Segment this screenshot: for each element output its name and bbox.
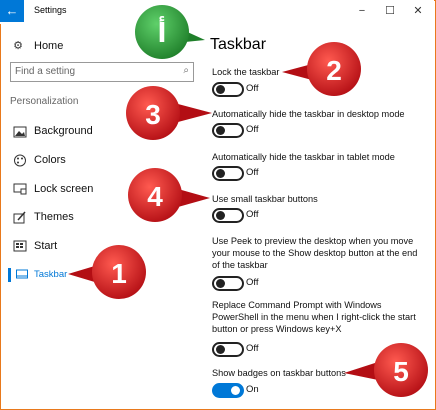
callout-2-badge: 2: [282, 42, 361, 96]
callout-1-badge: 1: [68, 245, 146, 299]
callout-3-badge: 3: [126, 86, 212, 140]
callout-2-text: 2: [326, 55, 342, 86]
callout-1-text: 1: [111, 258, 127, 289]
callout-green-badge: أ: [135, 5, 205, 59]
callout-3-text: 3: [145, 99, 161, 130]
callout-4-text: 4: [147, 181, 163, 212]
callout-4-badge: 4: [128, 168, 210, 222]
callout-overlay: أ 2 3 4 1 5: [68, 5, 428, 397]
callout-green-text: أ: [158, 16, 167, 49]
callout-5-badge: 5: [344, 343, 428, 397]
callout-5-text: 5: [393, 356, 409, 387]
